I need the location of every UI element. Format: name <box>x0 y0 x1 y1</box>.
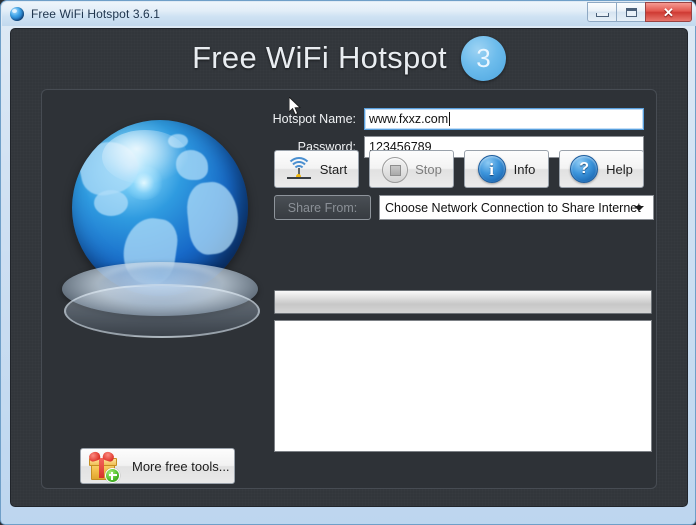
stop-button-label: Stop <box>415 161 442 177</box>
globe-pedestal <box>62 262 260 340</box>
share-from-button[interactable]: Share From: <box>274 195 371 220</box>
application-window: Free WiFi Hotspot 3.6.1 ✕ Free WiFi Hots… <box>0 0 696 525</box>
info-button[interactable]: i Info <box>464 150 549 188</box>
window-controls: ✕ <box>587 2 692 22</box>
network-connection-value: Choose Network Connection to Share Inter… <box>385 200 641 215</box>
close-button[interactable]: ✕ <box>645 2 692 22</box>
form-column: Hotspot Name: www.fxxz.com Password: 123… <box>272 90 654 490</box>
status-strip <box>274 290 652 314</box>
hotspot-name-input[interactable]: www.fxxz.com <box>364 108 644 130</box>
hotspot-name-label: Hotspot Name: <box>272 112 356 126</box>
text-caret <box>449 112 451 126</box>
share-from-row: Share From: Choose Network Connection to… <box>274 195 654 220</box>
close-icon: ✕ <box>663 4 674 20</box>
maximize-icon <box>625 7 637 17</box>
help-button[interactable]: ? Help <box>559 150 644 188</box>
app-body: Free WiFi Hotspot 3 More free tools... H… <box>10 28 688 507</box>
client-list[interactable] <box>274 320 652 452</box>
info-button-label: Info <box>513 161 536 177</box>
action-button-row: Start Stop i Info ? Help <box>274 150 652 188</box>
info-icon: i <box>477 155 506 183</box>
gift-icon <box>87 450 120 483</box>
stop-button[interactable]: Stop <box>369 150 454 188</box>
help-button-label: Help <box>606 161 633 177</box>
stop-icon <box>381 156 409 183</box>
start-button-label: Start <box>319 161 348 177</box>
globe-illustration <box>56 112 268 412</box>
network-connection-select[interactable]: Choose Network Connection to Share Inter… <box>379 195 654 220</box>
chevron-down-icon <box>634 206 644 211</box>
more-free-tools-label: More free tools... <box>132 458 230 474</box>
page-title: Free WiFi Hotspot <box>192 40 447 75</box>
more-free-tools-button[interactable]: More free tools... <box>80 448 235 484</box>
hotspot-name-value: www.fxxz.com <box>369 112 449 126</box>
help-icon: ? <box>570 155 599 183</box>
maximize-button[interactable] <box>616 2 645 22</box>
minimize-button[interactable] <box>587 2 616 22</box>
version-badge: 3 <box>460 35 506 81</box>
wifi-icon <box>285 156 312 182</box>
minimize-icon <box>595 12 609 17</box>
hotspot-name-row: Hotspot Name: www.fxxz.com <box>272 108 652 130</box>
start-button[interactable]: Start <box>274 150 359 188</box>
content-panel: More free tools... Hotspot Name: www.fxx… <box>41 89 657 489</box>
window-globe-icon <box>9 6 25 22</box>
window-title: Free WiFi Hotspot 3.6.1 <box>31 7 161 21</box>
app-header: Free WiFi Hotspot 3 <box>11 29 687 87</box>
